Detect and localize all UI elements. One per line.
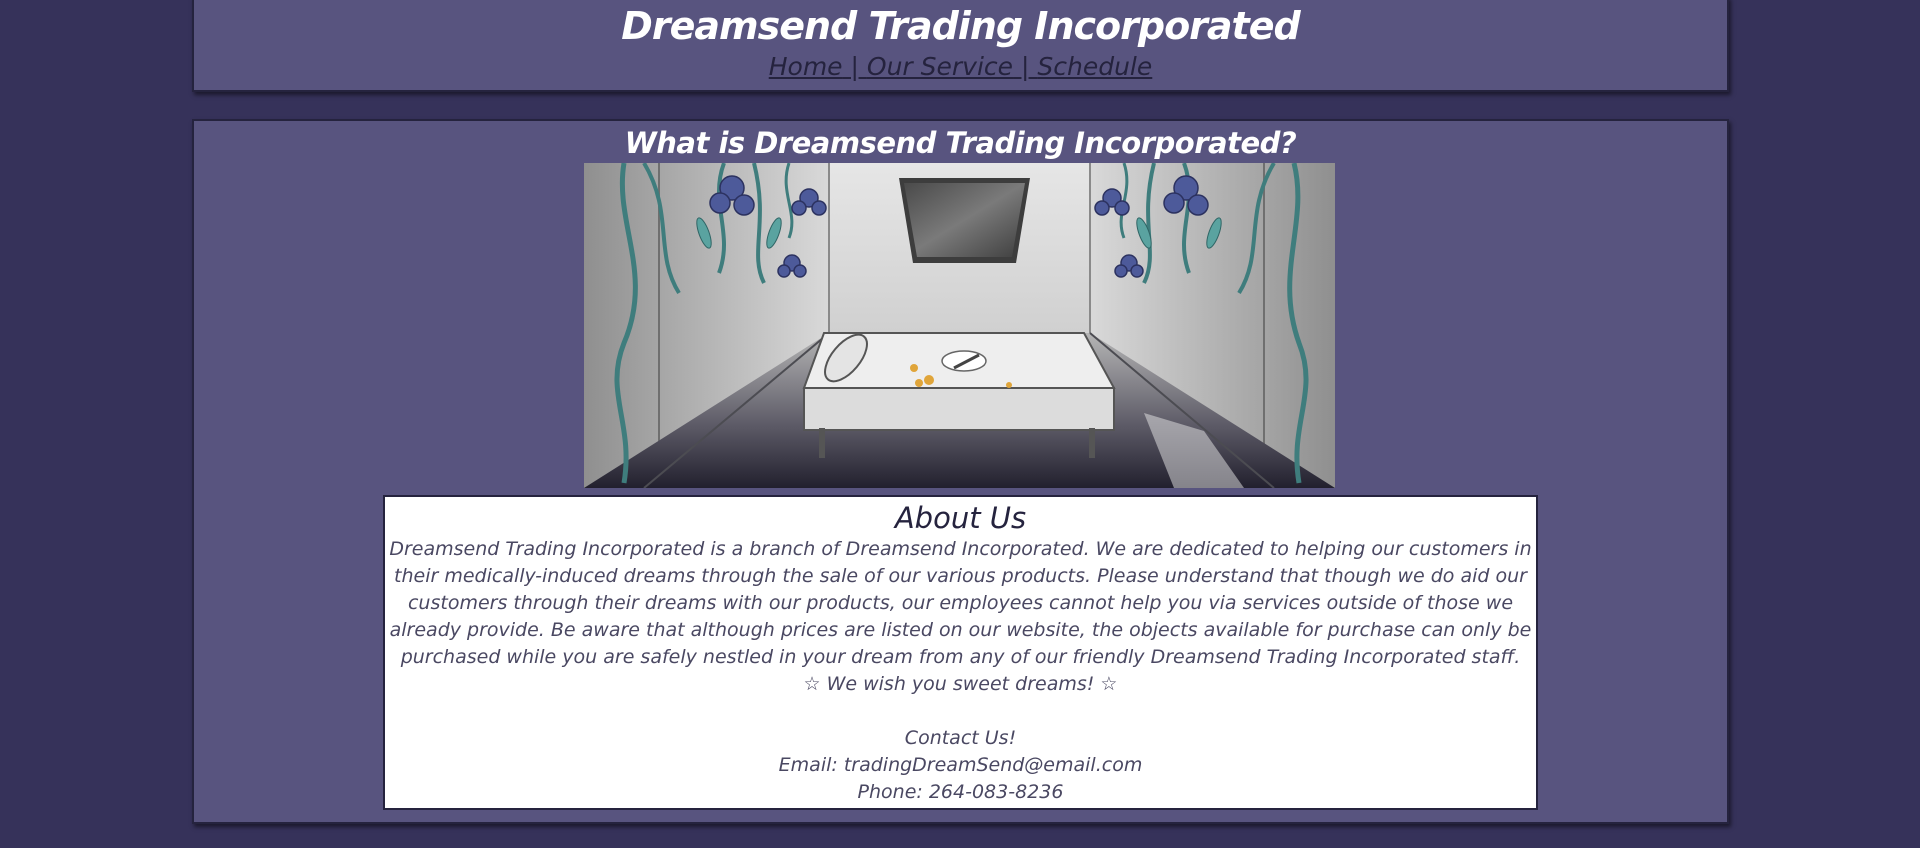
about-us-box: About Us Dreamsend Trading Incorporated … <box>383 495 1538 810</box>
main-nav: Home | Our Service | Schedule <box>194 52 1727 82</box>
contact-heading: Contact Us! <box>904 727 1017 749</box>
section-heading: What is Dreamsend Trading Incorporated? <box>624 126 1297 160</box>
site-header: Dreamsend Trading Incorporated Home | Ou… <box>192 0 1729 92</box>
contact-phone: Phone: 264-083-8236 <box>857 781 1064 803</box>
about-us-paragraph: Dreamsend Trading Incorporated is a bran… <box>389 538 1532 668</box>
about-us-title: About Us <box>894 501 1027 535</box>
site-title: Dreamsend Trading Incorporated <box>621 4 1300 48</box>
sweet-dreams-message: ☆ We wish you sweet dreams! ☆ <box>803 673 1118 695</box>
hero-image <box>584 163 1335 488</box>
nav-schedule-link[interactable]: Schedule <box>1037 52 1152 81</box>
contact-email: Email: tradingDreamSend@email.com <box>778 754 1143 776</box>
nav-home-link[interactable]: Home | <box>769 52 867 81</box>
nav-our-service-link[interactable]: Our Service | <box>867 52 1037 81</box>
nav-separator: | <box>842 52 867 81</box>
nav-separator: | <box>1013 52 1038 81</box>
main-content-panel: What is Dreamsend Trading Incorporated? <box>192 119 1729 824</box>
